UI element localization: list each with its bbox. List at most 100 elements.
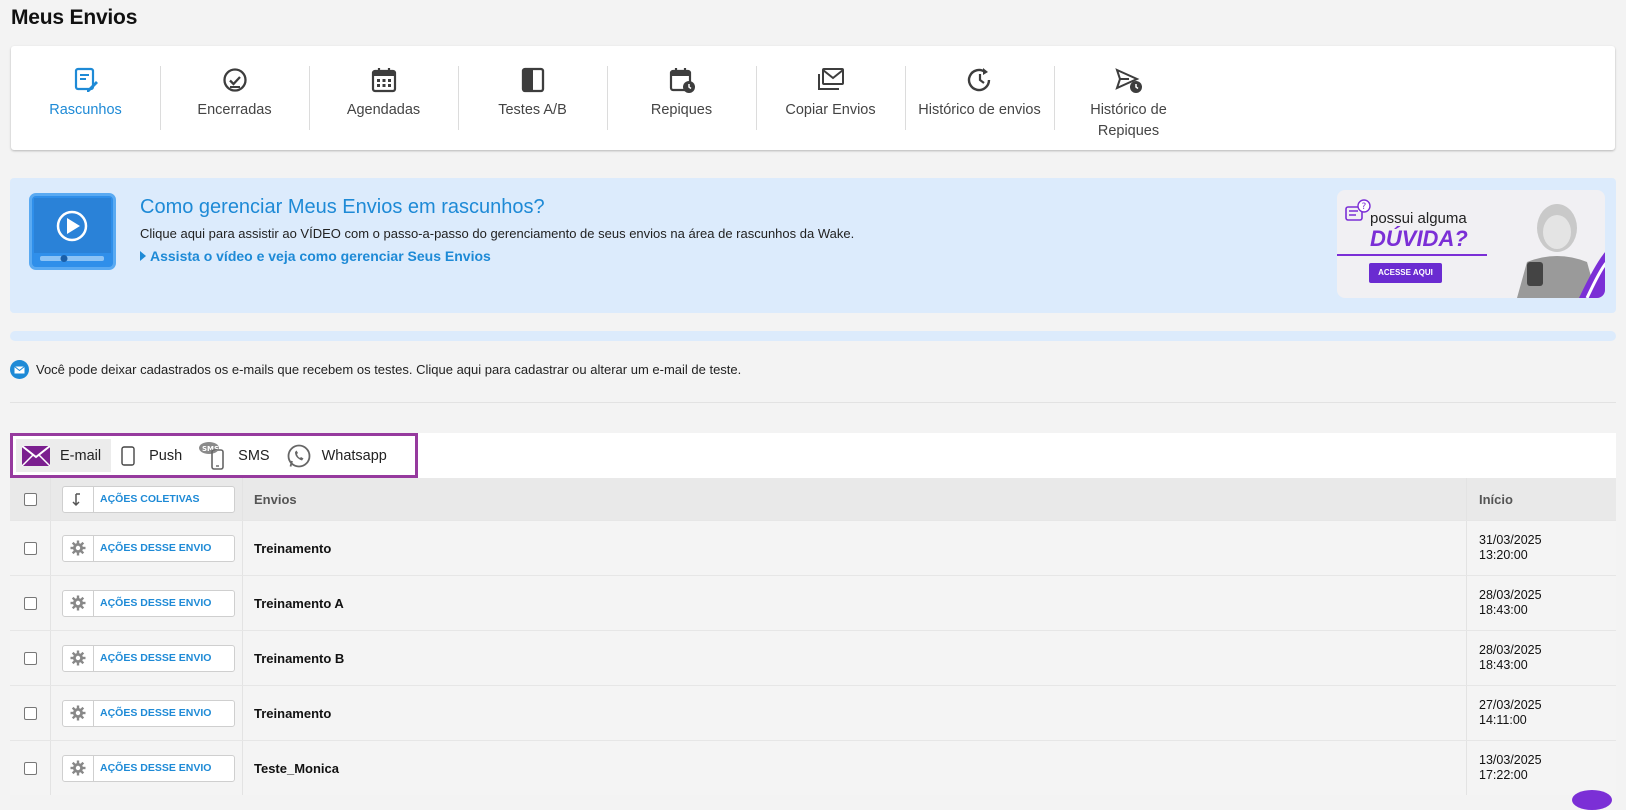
header-envios[interactable]: Envios — [243, 478, 1466, 520]
channel-label: SMS — [238, 447, 270, 464]
banner-video-link[interactable]: Assista o vídeo e veja como gerenciar Se… — [140, 248, 491, 264]
nav-label: Histórico de Repiques — [1090, 102, 1167, 139]
table-row: AÇÕES DESSE ENVIO Treinamento 27/03/2025… — [10, 685, 1616, 740]
envio-date: 27/03/2025 — [1479, 698, 1542, 712]
help-ad-banner[interactable]: ? possui alguma DÚVIDA? ACESSE AQUI — [1337, 190, 1605, 298]
nav-encerradas[interactable]: Encerradas — [160, 66, 309, 150]
envio-time: 17:22:00 — [1479, 768, 1528, 782]
page-title: Meus Envios — [11, 6, 138, 29]
row-actions-cell: AÇÕES DESSE ENVIO — [51, 631, 243, 685]
nav-label: Copiar Envios — [785, 102, 876, 118]
envio-date: 28/03/2025 — [1479, 588, 1542, 602]
section-divider — [10, 402, 1616, 403]
row-actions-cell: AÇÕES DESSE ENVIO — [51, 576, 243, 630]
nav-label: Repiques — [650, 102, 713, 118]
row-actions-button[interactable]: AÇÕES DESSE ENVIO — [62, 644, 235, 672]
select-all-cell — [10, 478, 51, 520]
banner-title: Como gerenciar Meus Envios em rascunhos? — [140, 196, 545, 218]
test-email-note[interactable]: Você pode deixar cadastrados os e-mails … — [10, 360, 741, 379]
channel-tab-push[interactable]: Push — [111, 439, 192, 472]
select-all-checkbox[interactable] — [23, 492, 37, 506]
row-actions-label: AÇÕES DESSE ENVIO — [100, 707, 212, 719]
row-checkbox[interactable] — [23, 651, 37, 665]
envio-time: 18:43:00 — [1479, 603, 1528, 617]
nav-label: Testes A/B — [498, 102, 567, 118]
envio-name[interactable]: Treinamento — [243, 521, 1466, 575]
ad-small-text: possui alguma — [1370, 210, 1467, 227]
envio-name[interactable]: Treinamento B — [243, 631, 1466, 685]
row-check-cell — [10, 686, 51, 740]
envio-name[interactable]: Treinamento — [243, 686, 1466, 740]
row-check-cell — [10, 576, 51, 630]
check-circle-icon — [222, 68, 247, 92]
header-inicio[interactable]: Início — [1466, 478, 1616, 520]
mail-copy-icon — [817, 68, 844, 90]
envio-start: 31/03/2025 13:20:00 — [1466, 521, 1616, 575]
table-row: AÇÕES DESSE ENVIO Teste_Monica 13/03/202… — [10, 740, 1616, 795]
row-actions-label: AÇÕES DESSE ENVIO — [100, 542, 212, 554]
help-banner: Como gerenciar Meus Envios em rascunhos?… — [10, 178, 1616, 313]
row-actions-button[interactable]: AÇÕES DESSE ENVIO — [62, 589, 235, 617]
channel-tab-sms[interactable]: SMS SMS — [192, 439, 279, 472]
row-actions-button[interactable]: AÇÕES DESSE ENVIO — [62, 754, 235, 782]
chat-widget-edge[interactable] — [1572, 790, 1612, 810]
row-check-cell — [10, 521, 51, 575]
table-row: AÇÕES DESSE ENVIO Treinamento B 28/03/20… — [10, 630, 1616, 685]
envio-name[interactable]: Teste_Monica — [243, 741, 1466, 795]
envio-start: 28/03/2025 18:43:00 — [1466, 631, 1616, 685]
channel-tab-email[interactable]: E-mail — [16, 439, 112, 472]
bullet-icon — [140, 251, 146, 261]
banner-description[interactable]: Clique aqui para assistir ao VÍDEO com o… — [140, 226, 854, 241]
nav-copiar-envios[interactable]: Copiar Envios — [756, 66, 905, 150]
ad-big-text: DÚVIDA? — [1370, 226, 1468, 251]
split-square-icon — [521, 67, 544, 93]
nav-label: Histórico de envios — [918, 102, 1041, 118]
draft-edit-icon — [74, 67, 98, 92]
row-checkbox[interactable] — [23, 596, 37, 610]
row-actions-cell: AÇÕES DESSE ENVIO — [51, 521, 243, 575]
row-checkbox[interactable] — [23, 761, 37, 775]
nav-rascunhos[interactable]: Rascunhos — [11, 66, 160, 150]
svg-text:SMS: SMS — [202, 445, 219, 453]
gear-icon — [63, 700, 94, 726]
mail-icon — [10, 360, 29, 379]
ad-button[interactable]: ACESSE AQUI — [1369, 263, 1442, 283]
nav-historico-envios[interactable]: Histórico de envios — [905, 66, 1054, 150]
row-actions-button[interactable]: AÇÕES DESSE ENVIO — [62, 534, 235, 562]
banner-link-label: Assista o vídeo e veja como gerenciar Se… — [150, 248, 491, 264]
gear-icon — [63, 645, 94, 671]
envio-time: 13:20:00 — [1479, 548, 1528, 562]
gear-icon — [63, 755, 94, 781]
row-actions-label: AÇÕES DESSE ENVIO — [100, 762, 212, 774]
envio-start: 27/03/2025 14:11:00 — [1466, 686, 1616, 740]
channel-tab-whatsapp[interactable]: Whatsapp — [280, 439, 397, 472]
envio-date: 28/03/2025 — [1479, 643, 1542, 657]
envio-date: 13/03/2025 — [1479, 753, 1542, 767]
nav-testes-ab[interactable]: Testes A/B — [458, 66, 607, 150]
nav-repiques[interactable]: Repiques — [607, 66, 756, 150]
row-actions-label: AÇÕES DESSE ENVIO — [100, 597, 212, 609]
row-checkbox[interactable] — [23, 541, 37, 555]
table-row: AÇÕES DESSE ENVIO Treinamento 31/03/2025… — [10, 520, 1616, 575]
nav-agendadas[interactable]: Agendadas — [309, 66, 458, 150]
row-checkbox[interactable] — [23, 706, 37, 720]
question-chat-icon: ? — [1345, 199, 1371, 221]
phone-icon — [121, 445, 135, 466]
envios-table: AÇÕES COLETIVAS Envios Início AÇÕES DESS… — [10, 478, 1616, 795]
video-thumbnail[interactable] — [29, 193, 116, 270]
row-actions-cell: AÇÕES DESSE ENVIO — [51, 741, 243, 795]
row-check-cell — [10, 631, 51, 685]
envio-time: 14:11:00 — [1479, 713, 1527, 727]
envio-name[interactable]: Treinamento A — [243, 576, 1466, 630]
row-actions-button[interactable]: AÇÕES DESSE ENVIO — [62, 699, 235, 727]
gear-icon — [63, 535, 94, 561]
actions-header-cell: AÇÕES COLETIVAS — [51, 478, 243, 520]
nav-historico-repiques[interactable]: Histórico de Repiques — [1054, 66, 1203, 150]
ad-divider — [1337, 254, 1487, 256]
row-actions-label: AÇÕES DESSE ENVIO — [100, 652, 212, 664]
bulk-actions-button[interactable]: AÇÕES COLETIVAS — [62, 485, 235, 513]
send-clock-icon — [1114, 68, 1142, 93]
envio-date: 31/03/2025 — [1479, 533, 1542, 547]
envio-start: 13/03/2025 17:22:00 — [1466, 741, 1616, 795]
envio-start: 28/03/2025 18:43:00 — [1466, 576, 1616, 630]
